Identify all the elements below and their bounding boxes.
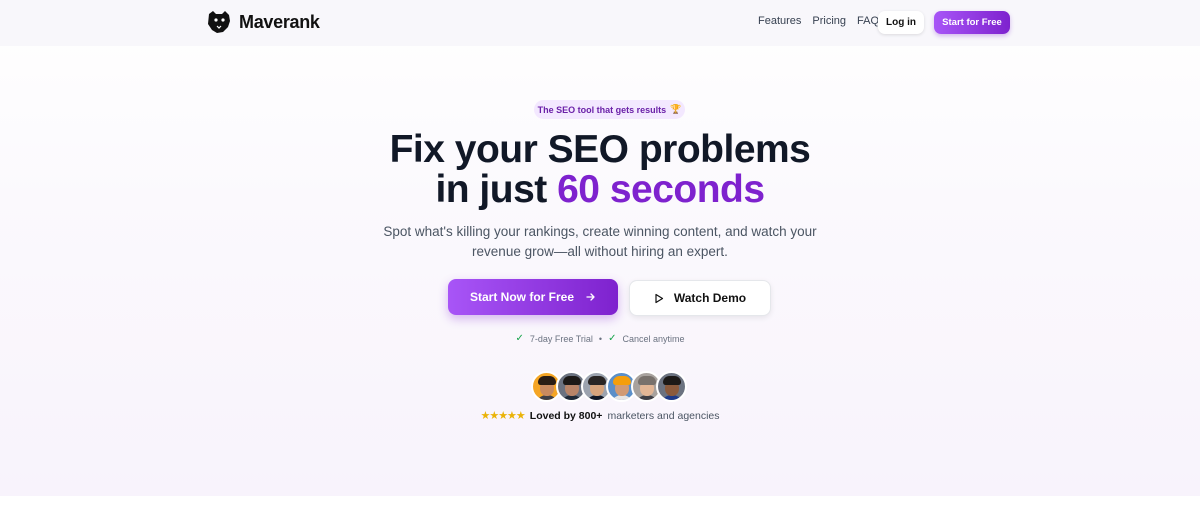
hero-headline: Fix your SEO problems in just 60 seconds <box>300 130 900 210</box>
brand-name: Maverank <box>239 11 320 32</box>
start-free-nav-button[interactable]: Start for Free <box>934 11 1010 34</box>
arrow-right-icon <box>586 293 595 301</box>
check-icon: ✓ <box>608 333 617 344</box>
watch-demo-label: Watch Demo <box>673 291 747 305</box>
perks-row: ✓ 7-day Free Trial • ✓ Cancel anytime <box>400 333 800 344</box>
headline-accent: 60 seconds <box>557 168 765 211</box>
perk-cancel: Cancel anytime <box>622 333 685 344</box>
brand-logo[interactable]: Maverank <box>205 8 320 36</box>
social-proof-text: marketers and agencies <box>607 409 720 422</box>
login-button[interactable]: Log in <box>878 11 924 34</box>
perk-trial: 7-day Free Trial <box>529 333 593 344</box>
nav-links: Features Pricing FAQ <box>758 15 890 27</box>
headline-line-2-prefix: in just <box>435 168 558 211</box>
check-icon: ✓ <box>515 333 524 344</box>
social-proof-count: Loved by 800+ <box>529 409 603 422</box>
top-navbar: Maverank Features Pricing FAQ Log in Sta… <box>0 0 1200 46</box>
trophy-icon: 🏆 <box>670 104 682 114</box>
nav-link-faq[interactable]: FAQ <box>857 15 879 27</box>
tagline-text: The SEO tool that gets results <box>537 104 667 115</box>
panther-head-icon <box>208 11 230 33</box>
nav-link-features[interactable]: Features <box>758 15 801 27</box>
watch-demo-button[interactable]: Watch Demo <box>629 280 771 316</box>
hero-subtext: Spot what's killing your rankings, creat… <box>383 224 817 259</box>
nav-link-pricing[interactable]: Pricing <box>812 15 846 27</box>
avatar <box>656 371 687 402</box>
play-icon <box>655 293 663 303</box>
page-bottom <box>0 496 1200 505</box>
star-rating-icon: ★★★★★ <box>480 410 525 422</box>
start-now-button[interactable]: Start Now for Free <box>448 279 618 315</box>
start-now-label: Start Now for Free <box>469 290 574 304</box>
social-proof: ★★★★★ Loved by 800+ marketers and agenci… <box>400 409 800 423</box>
perk-separator: • <box>598 333 603 344</box>
customer-avatars <box>531 371 687 402</box>
tagline-pill: The SEO tool that gets results 🏆 <box>534 100 685 119</box>
headline-line-1: Fix your SEO problems <box>389 128 811 171</box>
